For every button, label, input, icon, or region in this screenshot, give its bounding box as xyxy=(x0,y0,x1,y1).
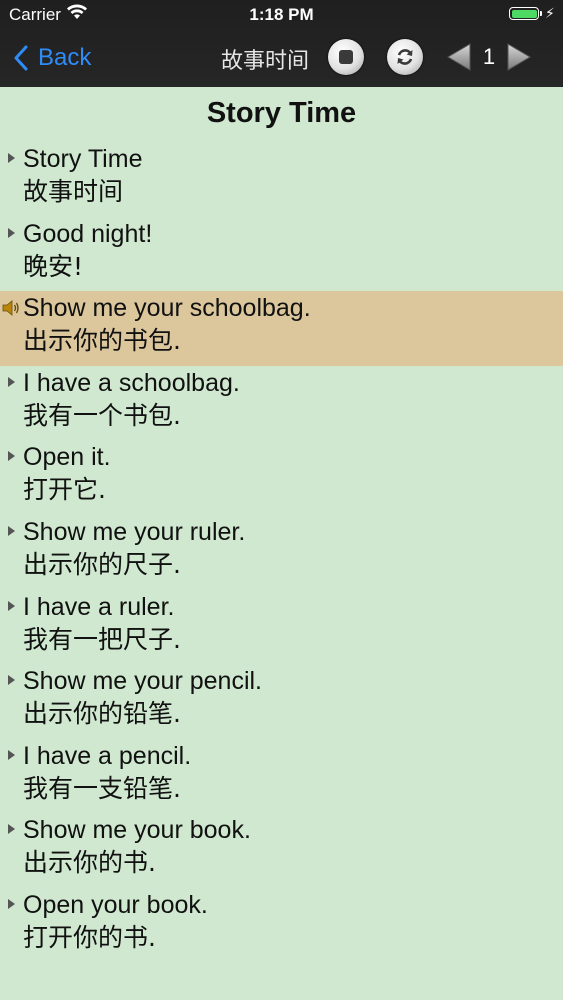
sentence-chinese: 我有一个书包. xyxy=(23,400,181,430)
refresh-icon xyxy=(397,49,413,65)
sentence-english: Show me your ruler. xyxy=(23,517,246,546)
status-time: 1:18 PM xyxy=(249,5,314,24)
back-button[interactable]: Back xyxy=(14,41,91,75)
sentence-row[interactable]: Show me your book. 出示你的书. xyxy=(0,813,563,888)
play-triangle-icon xyxy=(8,824,15,835)
back-label: Back xyxy=(38,44,92,71)
sentence-row[interactable]: Story Time 故事时间 xyxy=(0,142,563,217)
sentence-row[interactable]: Show me your ruler. 出示你的尺子. xyxy=(0,515,563,590)
status-bar: Carrier 1:18 PM ⚡ xyxy=(0,0,563,30)
story-content: Story Time Story Time 故事时间 Good night! 晚… xyxy=(0,87,563,1000)
sentence-chinese: 出示你的铅笔. xyxy=(23,699,181,729)
sentence-list: Story Time 故事时间 Good night! 晚安! Show me … xyxy=(0,142,563,963)
navigation-bar: Back 故事时间 1 xyxy=(0,30,563,87)
sentence-english: Show me your pencil. xyxy=(23,667,263,696)
sentence-english: Open it. xyxy=(23,443,111,472)
play-triangle-icon xyxy=(8,227,15,238)
sentence-row[interactable]: Open your book. 打开你的书. xyxy=(0,888,563,963)
sentence-english: Good night! xyxy=(23,219,153,248)
sentence-english: I have a ruler. xyxy=(23,592,175,621)
sentence-row[interactable]: Open it. 打开它. xyxy=(0,440,563,515)
sentence-row[interactable]: Show me your pencil. 出示你的铅笔. xyxy=(0,664,563,739)
repeat-button[interactable] xyxy=(387,39,423,75)
battery-icon xyxy=(509,7,542,20)
sentence-chinese: 晚安! xyxy=(23,251,84,281)
play-triangle-icon xyxy=(8,376,15,387)
page-number: 1 xyxy=(482,44,496,69)
sentence-english: Show me your schoolbag. xyxy=(23,294,311,323)
sentence-chinese: 故事时间 xyxy=(23,177,124,206)
sentence-row[interactable]: I have a pencil. 我有一支铅笔. xyxy=(0,739,563,814)
sentence-chinese: 出示你的书. xyxy=(23,848,156,878)
nav-title: 故事时间 xyxy=(221,48,310,73)
play-triangle-icon xyxy=(8,451,15,462)
play-triangle-icon xyxy=(8,898,15,909)
next-arrow-icon[interactable] xyxy=(506,42,532,72)
sentence-row-active[interactable]: Show me your schoolbag. 出示你的书包. xyxy=(0,291,563,366)
chevron-left-icon xyxy=(14,45,28,71)
sentence-chinese: 我有一把尺子. xyxy=(23,624,181,654)
top-bar: Carrier 1:18 PM ⚡ Back 故事时间 1 xyxy=(0,0,563,87)
play-triangle-icon xyxy=(8,153,15,163)
play-triangle-icon xyxy=(8,600,15,611)
sentence-chinese: 打开它. xyxy=(23,475,106,505)
sentence-row[interactable]: I have a schoolbag. 我有一个书包. xyxy=(0,366,563,441)
sentence-english: Show me your book. xyxy=(23,816,251,845)
speaker-icon xyxy=(2,300,19,317)
play-triangle-icon xyxy=(8,675,15,686)
prev-arrow-icon[interactable] xyxy=(446,42,472,72)
sentence-english: I have a pencil. xyxy=(23,741,192,770)
sentence-chinese: 出示你的书包. xyxy=(23,326,181,356)
stop-button[interactable] xyxy=(328,39,364,75)
sentence-english: Story Time xyxy=(23,145,143,173)
sentence-chinese: 出示你的尺子. xyxy=(23,549,181,579)
page-title: Story Time xyxy=(206,97,357,129)
charging-icon: ⚡ xyxy=(545,5,555,21)
play-triangle-icon xyxy=(8,749,15,760)
sentence-row[interactable]: Good night! 晚安! xyxy=(0,217,563,292)
sentence-row[interactable]: I have a ruler. 我有一把尺子. xyxy=(0,590,563,665)
sentence-english: Open your book. xyxy=(23,890,208,919)
play-triangle-icon xyxy=(8,525,15,536)
sentence-english: I have a schoolbag. xyxy=(23,368,240,397)
stop-icon xyxy=(339,50,353,64)
sentence-chinese: 打开你的书. xyxy=(23,922,156,952)
sentence-chinese: 我有一支铅笔. xyxy=(23,773,181,803)
